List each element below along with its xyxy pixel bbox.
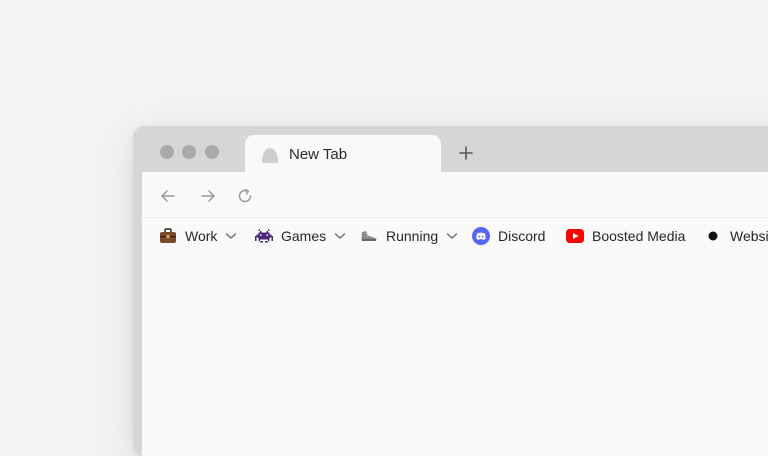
reload-icon bbox=[238, 188, 252, 203]
bookmark-folder-work[interactable]: Work bbox=[159, 226, 237, 246]
bookmark-label-discord: Discord bbox=[498, 228, 546, 244]
plus-icon bbox=[459, 146, 473, 160]
tab-title: New Tab bbox=[289, 146, 348, 163]
new-tab-button[interactable] bbox=[455, 142, 477, 164]
reload-button[interactable] bbox=[235, 186, 255, 206]
bookmark-discord[interactable]: Discord bbox=[472, 226, 545, 246]
space-invader-icon bbox=[255, 227, 273, 245]
briefcase-icon bbox=[159, 227, 177, 245]
bookmark-folder-running[interactable]: Running bbox=[360, 226, 458, 246]
back-button[interactable] bbox=[158, 186, 178, 206]
bookmark-label-games: Games bbox=[281, 228, 327, 244]
forward-button[interactable] bbox=[198, 186, 218, 206]
black-dot-icon bbox=[704, 227, 722, 245]
chevron-down-icon bbox=[446, 232, 458, 240]
bookmark-label-running: Running bbox=[386, 228, 439, 244]
chevron-down-icon bbox=[334, 232, 346, 240]
minimize-window-button[interactable] bbox=[182, 145, 196, 159]
tab-new-tab[interactable]: New Tab bbox=[245, 135, 441, 175]
running-shoe-icon bbox=[360, 227, 378, 245]
bookmark-website[interactable]: Websit bbox=[704, 226, 768, 246]
bookmark-boosted-media[interactable]: Boosted Media bbox=[566, 226, 685, 246]
chevron-down-icon bbox=[225, 232, 237, 240]
browser-content: Work Games Running Discord Boosted Media… bbox=[142, 172, 768, 456]
discord-icon bbox=[472, 227, 490, 245]
bookmarks-bar: Work Games Running Discord Boosted Media… bbox=[142, 218, 768, 254]
bookmark-folder-games[interactable]: Games bbox=[255, 226, 346, 246]
arrow-right-icon bbox=[201, 190, 215, 202]
close-window-button[interactable] bbox=[160, 145, 174, 159]
maximize-window-button[interactable] bbox=[205, 145, 219, 159]
bookmark-label-website: Websit bbox=[730, 228, 768, 244]
browser-window: New Tab Work Games Running Discord Boost… bbox=[133, 126, 768, 456]
bookmark-label-work: Work bbox=[185, 228, 218, 244]
arrow-left-icon bbox=[161, 190, 175, 202]
youtube-icon bbox=[566, 227, 584, 245]
bookmark-label-boosted-media: Boosted Media bbox=[592, 228, 686, 244]
tab-favicon-icon bbox=[261, 146, 279, 164]
